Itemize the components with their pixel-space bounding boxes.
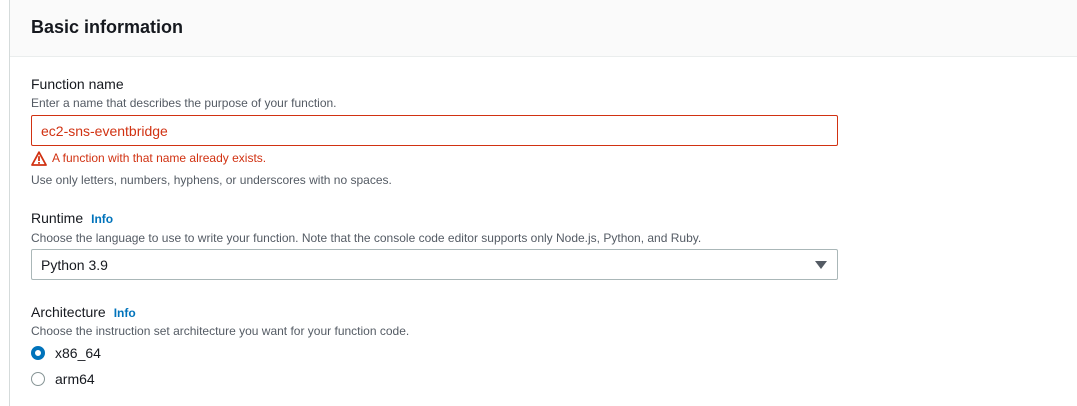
radio-button-arm64[interactable] (31, 372, 45, 386)
radio-label-x86-64: x86_64 (55, 345, 101, 361)
runtime-description: Choose the language to use to write your… (31, 231, 702, 245)
runtime-info-link[interactable]: Info (91, 212, 113, 226)
runtime-label-row: Runtime Info (31, 209, 113, 228)
section-title: Basic information (31, 17, 184, 37)
architecture-info-link[interactable]: Info (114, 306, 136, 320)
caret-down-icon (815, 261, 827, 269)
radio-label-arm64: arm64 (55, 371, 95, 387)
radio-button-x86-64[interactable] (31, 346, 45, 360)
function-name-input[interactable] (31, 115, 838, 146)
panel-left-border (9, 0, 10, 406)
radio-option-arm64[interactable]: arm64 (31, 370, 95, 388)
runtime-select[interactable]: Python 3.9 (31, 249, 838, 280)
function-name-description: Enter a name that describes the purpose … (31, 96, 337, 110)
architecture-description: Choose the instruction set architecture … (31, 324, 410, 338)
runtime-selected-value: Python 3.9 (41, 257, 108, 273)
function-name-error-text: A function with that name already exists… (52, 151, 267, 165)
architecture-label: Architecture (31, 304, 106, 320)
warning-icon (31, 150, 47, 166)
function-name-label: Function name (31, 76, 124, 92)
radio-option-x86-64[interactable]: x86_64 (31, 344, 101, 362)
runtime-label: Runtime (31, 210, 84, 226)
function-name-constraint: Use only letters, numbers, hyphens, or u… (31, 173, 392, 187)
architecture-label-row: Architecture Info (31, 303, 136, 322)
function-name-error: A function with that name already exists… (31, 150, 266, 166)
section-header: Basic information (10, 0, 1077, 57)
